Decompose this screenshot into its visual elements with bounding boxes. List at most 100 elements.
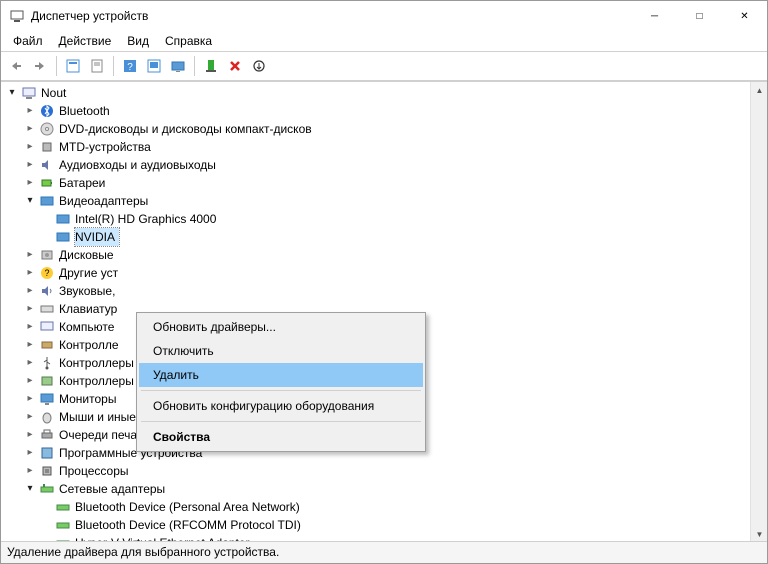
expand-icon[interactable]: ▸ <box>23 176 37 190</box>
expand-icon[interactable]: ▸ <box>23 410 37 424</box>
tree-category-audio[interactable]: ▸ Аудиовходы и аудиовыходы <box>5 156 767 174</box>
menu-view[interactable]: Вид <box>119 32 157 50</box>
maximize-button[interactable]: □ <box>677 1 722 31</box>
menu-action[interactable]: Действие <box>51 32 120 50</box>
scan-hardware-button[interactable] <box>143 55 165 77</box>
network-icon <box>55 499 71 515</box>
context-disable[interactable]: Отключить <box>139 339 423 363</box>
svg-text:?: ? <box>127 62 133 73</box>
context-separator <box>141 390 421 391</box>
context-update-driver[interactable]: Обновить драйверы... <box>139 315 423 339</box>
node-label: Мониторы <box>59 390 116 408</box>
tree-device-nvidia[interactable]: NVIDIA <box>5 228 767 246</box>
menu-bar: Файл Действие Вид Справка <box>1 31 767 51</box>
window-controls: ─ □ ✕ <box>632 1 767 31</box>
display-adapter-icon <box>55 229 71 245</box>
computer-icon <box>21 85 37 101</box>
context-properties[interactable]: Свойства <box>139 425 423 449</box>
refresh-button[interactable] <box>248 55 270 77</box>
node-label: Bluetooth Device (Personal Area Network) <box>75 498 300 516</box>
context-uninstall[interactable]: Удалить <box>139 363 423 387</box>
context-scan-hardware[interactable]: Обновить конфигурацию оборудования <box>139 394 423 418</box>
tree-category-bluetooth[interactable]: ▸ Bluetooth <box>5 102 767 120</box>
scroll-up-icon[interactable]: ▲ <box>751 82 767 99</box>
back-button[interactable] <box>5 55 27 77</box>
controller-icon <box>39 337 55 353</box>
node-label: Nout <box>41 84 66 102</box>
menu-file[interactable]: Файл <box>5 32 51 50</box>
tree-category-other[interactable]: ▸ ? Другие уст <box>5 264 767 282</box>
tree-device-intel-hd[interactable]: Intel(R) HD Graphics 4000 <box>5 210 767 228</box>
collapse-icon[interactable]: ▾ <box>23 482 37 496</box>
expand-icon[interactable]: ▸ <box>23 464 37 478</box>
node-label: Другие уст <box>59 264 118 282</box>
tree-category-mtd[interactable]: ▸ MTD-устройства <box>5 138 767 156</box>
node-label: Процессоры <box>59 462 129 480</box>
tree-device-bt-rfcomm[interactable]: Bluetooth Device (RFCOMM Protocol TDI) <box>5 516 767 534</box>
minimize-button[interactable]: ─ <box>632 1 677 31</box>
monitor-icon <box>39 391 55 407</box>
expand-icon[interactable]: ▸ <box>23 248 37 262</box>
unknown-device-icon: ? <box>39 265 55 281</box>
tree-category-network[interactable]: ▾ Сетевые адаптеры <box>5 480 767 498</box>
collapse-icon[interactable]: ▾ <box>23 194 37 208</box>
close-button[interactable]: ✕ <box>722 1 767 31</box>
tree-category-dvd[interactable]: ▸ DVD-дисководы и дисководы компакт-диск… <box>5 120 767 138</box>
collapse-icon[interactable]: ▾ <box>5 86 19 100</box>
tree-category-sound[interactable]: ▸ Звуковые, <box>5 282 767 300</box>
update-driver-button[interactable] <box>167 55 189 77</box>
expand-icon[interactable]: ▸ <box>23 392 37 406</box>
node-label: Bluetooth Device (RFCOMM Protocol TDI) <box>75 516 301 534</box>
expand-icon[interactable]: ▸ <box>23 338 37 352</box>
expand-icon[interactable]: ▸ <box>23 446 37 460</box>
tree-category-cpu[interactable]: ▸ Процессоры <box>5 462 767 480</box>
node-label: Дисковые <box>59 246 114 264</box>
tree-category-battery[interactable]: ▸ Батареи <box>5 174 767 192</box>
tree-category-video[interactable]: ▾ Видеоадаптеры <box>5 192 767 210</box>
node-label: Сетевые адаптеры <box>59 480 165 498</box>
app-icon <box>9 8 25 24</box>
uninstall-button[interactable] <box>224 55 246 77</box>
toolbar-separator <box>56 56 57 76</box>
title-bar: Диспетчер устройств ─ □ ✕ <box>1 1 767 31</box>
node-label: Bluetooth <box>59 102 110 120</box>
bluetooth-icon <box>39 103 55 119</box>
enable-button[interactable] <box>200 55 222 77</box>
expand-icon[interactable]: ▸ <box>23 428 37 442</box>
vertical-scrollbar[interactable]: ▲ ▼ <box>750 82 767 543</box>
printer-icon <box>39 427 55 443</box>
window-title: Диспетчер устройств <box>31 9 632 23</box>
display-adapter-icon <box>39 193 55 209</box>
status-text: Удаление драйвера для выбранного устройс… <box>7 545 279 559</box>
tree-category-disk[interactable]: ▸ Дисковые <box>5 246 767 264</box>
expand-icon[interactable]: ▸ <box>23 374 37 388</box>
disc-icon <box>39 121 55 137</box>
show-hidden-button[interactable] <box>62 55 84 77</box>
mouse-icon <box>39 409 55 425</box>
node-label: MTD-устройства <box>59 138 151 156</box>
chip-icon <box>39 139 55 155</box>
expand-icon[interactable]: ▸ <box>23 356 37 370</box>
display-adapter-icon <box>55 211 71 227</box>
help-button[interactable]: ? <box>119 55 141 77</box>
expand-icon[interactable]: ▸ <box>23 122 37 136</box>
toolbar-separator <box>194 56 195 76</box>
expand-icon[interactable]: ▸ <box>23 284 37 298</box>
node-label: Видеоадаптеры <box>59 192 148 210</box>
node-label: Батареи <box>59 174 105 192</box>
expand-icon[interactable]: ▸ <box>23 158 37 172</box>
forward-button[interactable] <box>29 55 51 77</box>
expand-icon[interactable]: ▸ <box>23 104 37 118</box>
tree-root[interactable]: ▾ Nout <box>5 84 767 102</box>
tree-device-bt-pan[interactable]: Bluetooth Device (Personal Area Network) <box>5 498 767 516</box>
expand-icon[interactable]: ▸ <box>23 140 37 154</box>
network-icon <box>39 481 55 497</box>
menu-help[interactable]: Справка <box>157 32 220 50</box>
expand-icon[interactable]: ▸ <box>23 320 37 334</box>
network-icon <box>55 517 71 533</box>
expand-icon[interactable]: ▸ <box>23 302 37 316</box>
node-label: DVD-дисководы и дисководы компакт-дисков <box>59 120 312 138</box>
properties-button[interactable] <box>86 55 108 77</box>
expand-icon[interactable]: ▸ <box>23 266 37 280</box>
speaker-icon <box>39 157 55 173</box>
